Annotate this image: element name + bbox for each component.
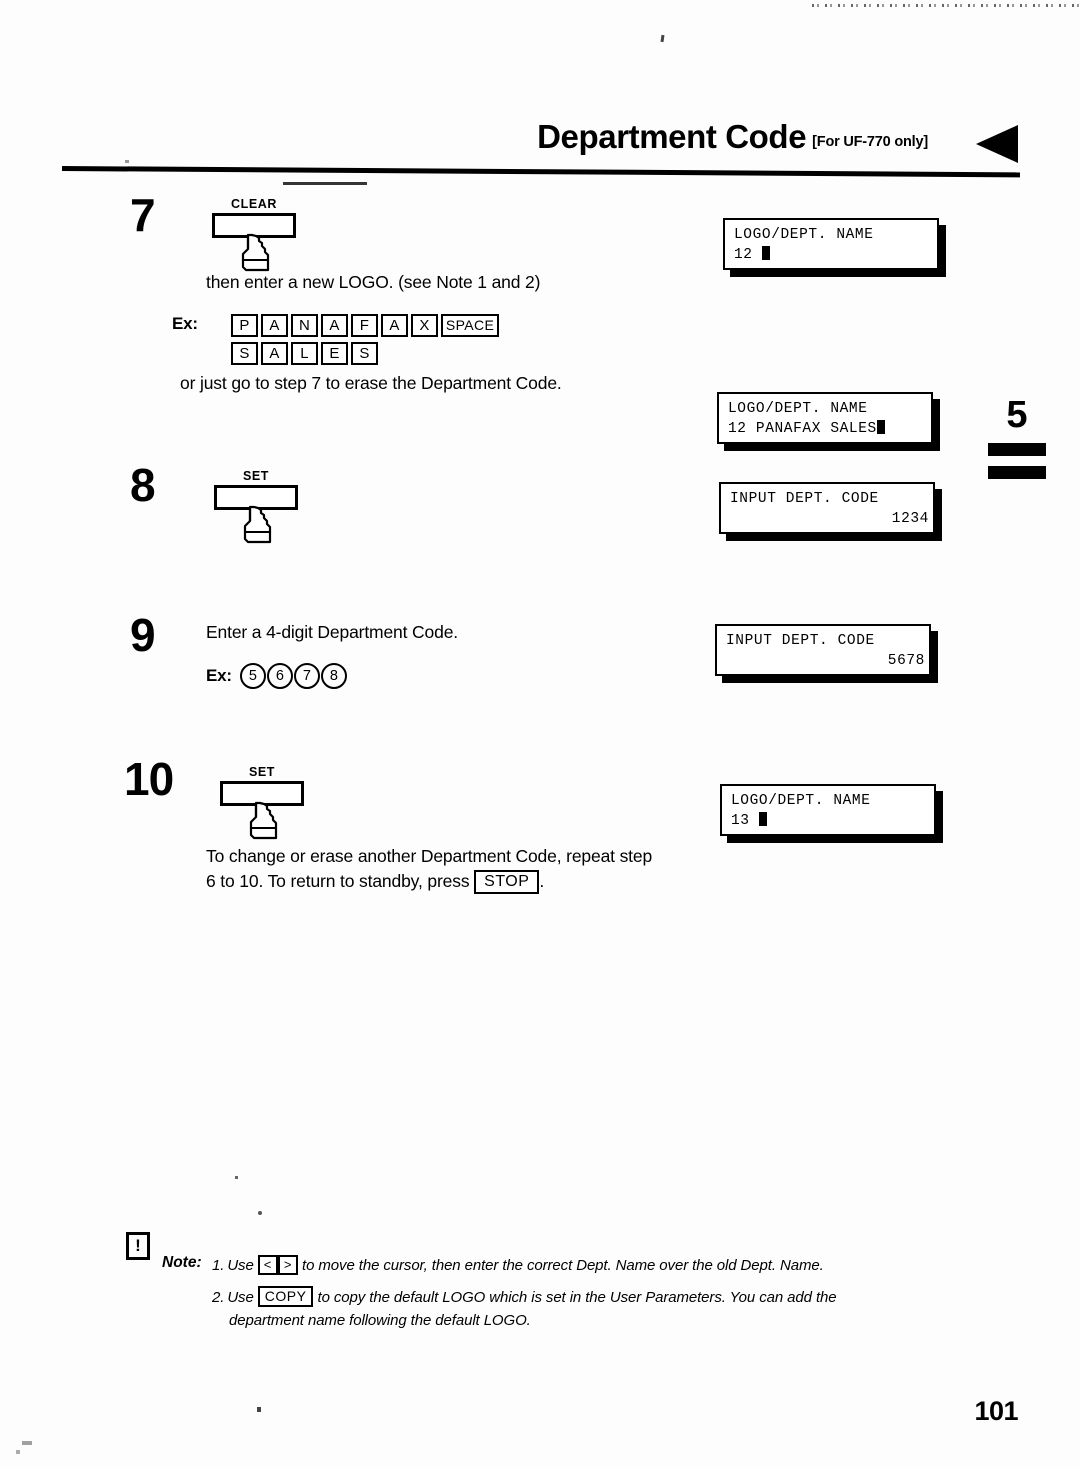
step-7-body: then enter a new LOGO. (see Note 1 and 2… bbox=[206, 270, 746, 295]
lcd-line-2: 12 PANAFAX SALES bbox=[728, 421, 877, 437]
note-text-continuation: department name following the default LO… bbox=[229, 1312, 531, 1329]
key-cap-space[interactable]: SPACE bbox=[440, 314, 500, 337]
key-cap[interactable]: L bbox=[290, 342, 318, 365]
lcd-cursor bbox=[876, 420, 885, 434]
chapter-bar-icon bbox=[988, 443, 1046, 456]
page-header: Department Code [For UF-770 only] bbox=[0, 118, 1080, 188]
note-text-pre: Use bbox=[227, 1289, 254, 1306]
scan-speck bbox=[660, 34, 665, 43]
page-title: Department Code [For UF-770 only] bbox=[537, 118, 928, 156]
page-title-text: Department Code bbox=[537, 118, 807, 155]
stop-key[interactable]: STOP bbox=[474, 870, 540, 894]
note-text-post: to move the cursor, then enter the corre… bbox=[302, 1257, 824, 1274]
lcd-display: LOGO/DEPT. NAME 12 bbox=[723, 218, 939, 270]
lcd-line-2: 5678 bbox=[887, 653, 925, 669]
step-10-body: To change or erase another Department Co… bbox=[206, 844, 746, 894]
circled-digit-key[interactable]: 5 bbox=[239, 663, 266, 689]
set-key[interactable]: SET bbox=[214, 469, 298, 544]
page-number: 101 bbox=[974, 1396, 1018, 1426]
example-keys-row-2: S A L E S bbox=[230, 342, 499, 365]
note-number: 2. bbox=[212, 1289, 225, 1306]
step-10-text-line2: 6 to 10. To return to standby, press STO… bbox=[206, 869, 746, 894]
step-9-text: Enter a 4-digit Department Code. bbox=[206, 622, 459, 642]
key-cap[interactable]: X bbox=[410, 314, 438, 337]
scan-artifact-top bbox=[812, 4, 1080, 7]
lcd-cursor bbox=[758, 812, 767, 826]
set-key-label: SET bbox=[248, 765, 276, 779]
lcd-display: INPUT DEPT. CODE 1234 bbox=[719, 482, 935, 534]
left-triangle-icon bbox=[976, 125, 1018, 163]
step-number: 10 bbox=[124, 753, 174, 805]
example-keys-row-1: P A N A F A X SPACE bbox=[230, 314, 500, 337]
clear-key[interactable]: CLEAR bbox=[212, 197, 296, 272]
key-cap[interactable]: S bbox=[230, 342, 258, 365]
step-number: 7 bbox=[130, 189, 156, 241]
step-7-example: Ex: P A N A F A X SPACE S A L E S or jus… bbox=[172, 314, 562, 396]
set-key-label: SET bbox=[242, 469, 270, 483]
copy-key[interactable]: COPY bbox=[257, 1286, 314, 1307]
scan-speck bbox=[258, 1211, 262, 1215]
lcd-line-1: INPUT DEPT. CODE bbox=[726, 633, 875, 649]
lcd-cursor bbox=[761, 246, 770, 260]
step-9-body: Enter a 4-digit Department Code. Ex: 5 6… bbox=[206, 620, 458, 689]
key-cap[interactable]: F bbox=[350, 314, 378, 337]
clear-key-label: CLEAR bbox=[230, 197, 278, 211]
page-title-model-note: [For UF-770 only] bbox=[812, 134, 928, 150]
note-text-pre: Use bbox=[227, 1257, 254, 1274]
step-10-text-line2-post: . bbox=[539, 871, 545, 891]
lcd-line-1: LOGO/DEPT. NAME bbox=[734, 227, 874, 243]
scan-speck bbox=[235, 1176, 238, 1179]
key-cap[interactable]: A bbox=[380, 314, 408, 337]
key-cap[interactable]: S bbox=[350, 342, 378, 365]
key-cap[interactable]: A bbox=[260, 342, 288, 365]
exclamation-box-icon: ! bbox=[126, 1232, 150, 1260]
key-cap[interactable]: A bbox=[260, 314, 288, 337]
key-cap[interactable]: P bbox=[230, 314, 258, 337]
lcd-line-1: LOGO/DEPT. NAME bbox=[731, 793, 871, 809]
lcd-line-1: LOGO/DEPT. NAME bbox=[728, 401, 868, 417]
note-item: 2. Use COPY to copy the default LOGO whic… bbox=[212, 1286, 1012, 1332]
note-number: 1. bbox=[212, 1257, 225, 1274]
circled-digit-key[interactable]: 7 bbox=[293, 663, 320, 689]
lcd-line-2: 13 bbox=[731, 813, 750, 829]
example-label: Ex: bbox=[172, 314, 198, 333]
chapter-tab: 5 bbox=[986, 396, 1048, 479]
lcd-display: LOGO/DEPT. NAME 13 bbox=[720, 784, 936, 836]
example-label: Ex: bbox=[206, 666, 232, 685]
header-divider bbox=[61, 166, 1020, 178]
key-cap[interactable]: N bbox=[290, 314, 318, 337]
cursor-right-key[interactable]: > bbox=[277, 1255, 298, 1275]
lcd-line-2: 12 bbox=[734, 247, 753, 263]
lcd-display: LOGO/DEPT. NAME 12 PANAFAX SALES bbox=[717, 392, 933, 444]
chapter-number: 5 bbox=[1006, 394, 1028, 436]
lcd-line-1: INPUT DEPT. CODE bbox=[730, 491, 879, 507]
scan-speck bbox=[16, 1450, 20, 1454]
key-cap[interactable]: E bbox=[320, 342, 348, 365]
step-number: 8 bbox=[130, 459, 156, 511]
circled-digit-key[interactable]: 8 bbox=[320, 663, 347, 689]
notes-label: Note: bbox=[162, 1254, 202, 1271]
manual-page: Department Code [For UF-770 only] 5 7 CLE… bbox=[0, 0, 1080, 1469]
lcd-display: INPUT DEPT. CODE 5678 bbox=[715, 624, 931, 676]
step-7-after-text: or just go to step 7 to erase the Depart… bbox=[180, 373, 562, 393]
pointing-hand-icon bbox=[246, 801, 290, 846]
set-key[interactable]: SET bbox=[220, 765, 304, 840]
step-number: 9 bbox=[130, 609, 156, 661]
key-cap[interactable]: A bbox=[320, 314, 348, 337]
chapter-bar-icon bbox=[988, 466, 1046, 479]
step-9-example: Ex: 5 6 7 8 bbox=[206, 663, 458, 689]
note-item: 1. Use < > to move the cursor, then enter … bbox=[212, 1254, 1012, 1277]
step-7-text: then enter a new LOGO. (see Note 1 and 2… bbox=[206, 272, 541, 292]
notes-list: 1. Use < > to move the cursor, then enter … bbox=[212, 1254, 1012, 1332]
cursor-left-key[interactable]: < bbox=[257, 1255, 278, 1275]
step-10-text-line1: To change or erase another Department Co… bbox=[206, 846, 653, 866]
pointing-hand-icon bbox=[240, 505, 284, 550]
scan-speck bbox=[257, 1407, 261, 1412]
note-text-post: to copy the default LOGO which is set in… bbox=[317, 1289, 837, 1306]
scan-speck bbox=[22, 1441, 32, 1445]
circled-digit-key[interactable]: 6 bbox=[266, 663, 293, 689]
step-10-text-line2-pre: 6 to 10. To return to standby, press bbox=[206, 871, 470, 891]
lcd-line-2: 1234 bbox=[891, 511, 929, 527]
